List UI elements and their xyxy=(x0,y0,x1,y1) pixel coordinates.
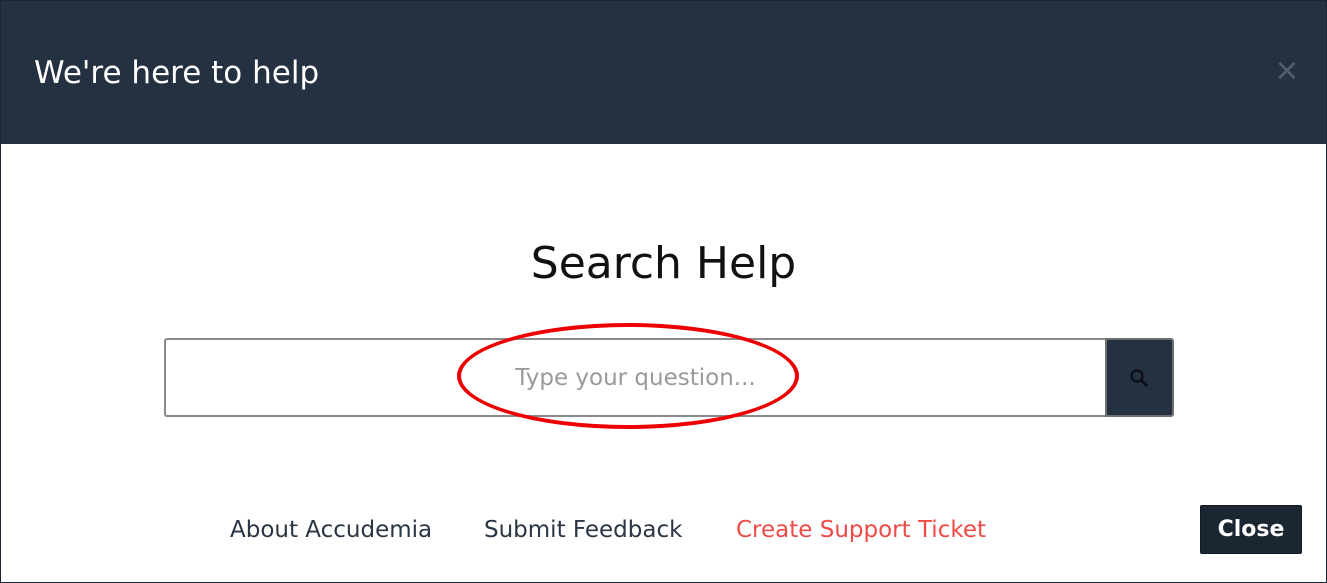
close-button[interactable]: Close xyxy=(1200,505,1302,554)
search-heading: Search Help xyxy=(530,238,797,289)
submit-feedback-link[interactable]: Submit Feedback xyxy=(484,513,682,547)
help-dialog: We're here to help × Search Help About A… xyxy=(0,0,1327,583)
dialog-title: We're here to help xyxy=(34,55,320,91)
dialog-header: We're here to help × xyxy=(1,1,1326,144)
search-icon xyxy=(1130,369,1148,387)
search-input[interactable] xyxy=(164,338,1105,417)
create-support-ticket-link[interactable]: Create Support Ticket xyxy=(736,513,986,547)
close-icon[interactable]: × xyxy=(1271,51,1303,91)
about-accudemia-link[interactable]: About Accudemia xyxy=(230,513,432,547)
search-button[interactable] xyxy=(1105,338,1174,417)
